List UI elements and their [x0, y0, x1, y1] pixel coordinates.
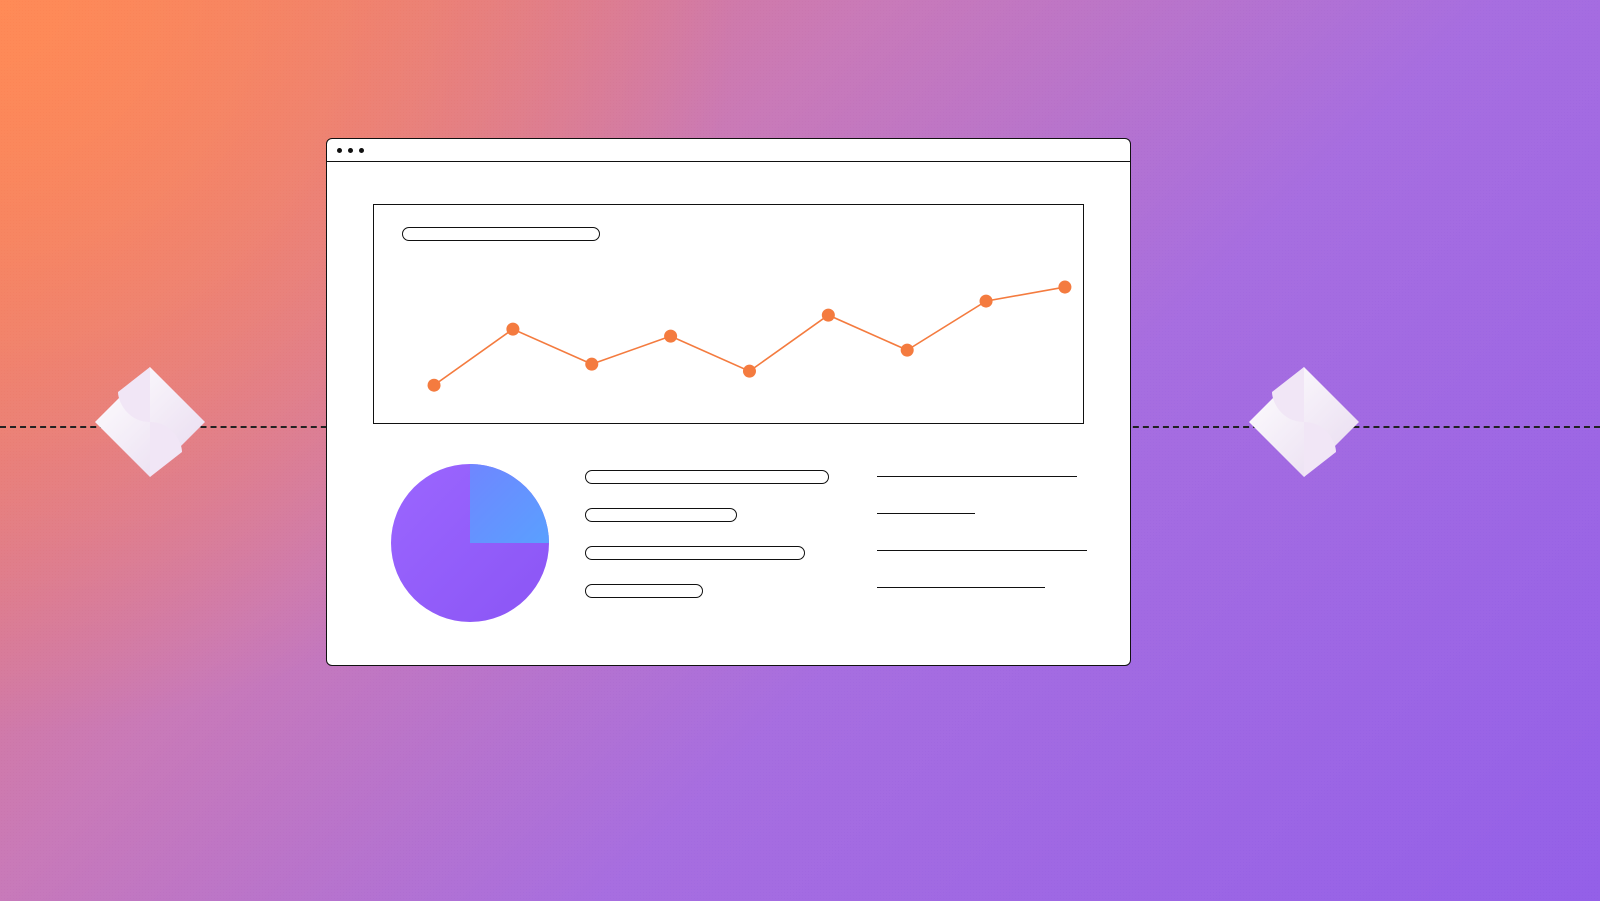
legend-pill [585, 584, 703, 598]
text-line [877, 476, 1077, 477]
text-line-column [877, 464, 1087, 588]
window-titlebar [327, 139, 1130, 162]
text-line [877, 587, 1045, 588]
chart-title-placeholder [402, 227, 600, 241]
traffic-light-dot[interactable] [348, 148, 353, 153]
traffic-lights[interactable] [337, 148, 364, 153]
jira-icon-left [90, 362, 210, 482]
window-content [327, 162, 1130, 665]
legend-pill [585, 470, 829, 484]
traffic-light-dot[interactable] [359, 148, 364, 153]
line-chart [402, 243, 1083, 423]
legend-pill-column [585, 464, 829, 598]
line-chart-panel [373, 204, 1084, 424]
pie-chart [391, 464, 549, 622]
text-line [877, 513, 975, 514]
legend-pill [585, 508, 737, 522]
text-line [877, 550, 1087, 551]
browser-window [326, 138, 1131, 666]
traffic-light-dot[interactable] [337, 148, 342, 153]
legend-pill [585, 546, 805, 560]
jira-icon-right [1244, 362, 1364, 482]
